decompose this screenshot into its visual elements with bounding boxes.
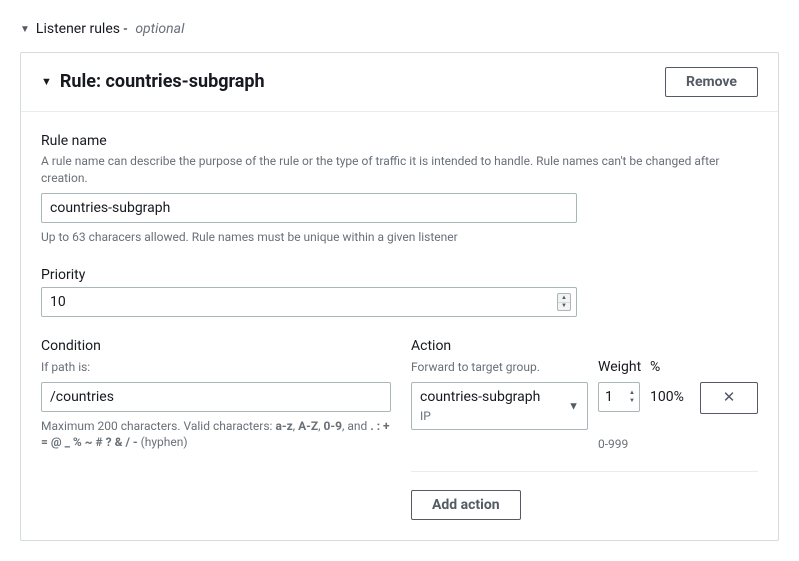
priority-input[interactable] — [41, 287, 577, 317]
condition-column: Condition If path is: Maximum 200 charac… — [41, 337, 391, 451]
chevron-down-icon[interactable]: ▼ — [558, 303, 570, 311]
chevron-up-icon[interactable]: ▲ — [558, 294, 570, 303]
action-label: Action — [411, 337, 588, 357]
section-optional-label: optional — [135, 20, 184, 40]
condition-hint: Maximum 200 characters. Valid characters… — [41, 418, 391, 452]
priority-stepper[interactable]: ▲ ▼ — [557, 293, 571, 311]
caret-down-icon: ▼ — [568, 398, 579, 413]
target-group-select[interactable]: countries-subgraph IP ▼ — [411, 382, 588, 430]
action-sublabel: Forward to target group. — [411, 359, 588, 376]
rule-name-label: Rule name — [41, 132, 758, 152]
weight-label: Weight — [598, 358, 640, 378]
caret-down-icon: ▼ — [20, 23, 30, 37]
divider — [411, 471, 758, 472]
weight-range-hint: 0-999 — [598, 436, 640, 453]
remove-button[interactable]: Remove — [665, 67, 758, 97]
chevron-down-icon[interactable]: ▼ — [627, 397, 637, 405]
caret-down-icon: ▼ — [41, 74, 52, 89]
rule-panel-header: ▼ Rule: countries-subgraph Remove — [21, 53, 778, 112]
target-group-sub: IP — [420, 408, 559, 425]
remove-action-button[interactable]: ✕ — [700, 382, 758, 414]
chevron-up-icon[interactable]: ▲ — [627, 389, 637, 397]
rule-name-hint: Up to 63 characers allowed. Rule names m… — [41, 229, 758, 246]
action-column: Action Forward to target group. Weight %… — [411, 337, 758, 520]
add-action-button[interactable]: Add action — [411, 490, 521, 520]
action-row: countries-subgraph IP ▼ ▲ ▼ 10 — [411, 382, 758, 430]
rule-title: Rule: countries-subgraph — [60, 69, 265, 94]
condition-path-input[interactable] — [41, 382, 391, 412]
section-title: Listener rules - — [36, 20, 127, 40]
rule-panel-body: Rule name A rule name can describe the p… — [21, 112, 778, 540]
priority-label: Priority — [41, 266, 758, 286]
weight-percent-value: 100% — [650, 382, 690, 408]
section-header[interactable]: ▼ Listener rules - optional — [20, 20, 779, 40]
rule-name-description: A rule name can describe the purpose of … — [41, 153, 758, 187]
priority-field: Priority ▲ ▼ — [41, 266, 758, 318]
target-group-value: countries-subgraph — [420, 388, 559, 408]
condition-sublabel: If path is: — [41, 359, 391, 376]
rule-title-toggle[interactable]: ▼ Rule: countries-subgraph — [41, 69, 265, 94]
close-icon: ✕ — [723, 387, 736, 408]
rule-name-field: Rule name A rule name can describe the p… — [41, 132, 758, 246]
weight-stepper[interactable]: ▲ ▼ — [627, 389, 637, 405]
rule-name-input[interactable] — [41, 193, 577, 223]
rule-panel: ▼ Rule: countries-subgraph Remove Rule n… — [20, 52, 779, 541]
condition-label: Condition — [41, 337, 391, 357]
percent-label: % — [650, 358, 690, 378]
condition-action-row: Condition If path is: Maximum 200 charac… — [41, 337, 758, 520]
